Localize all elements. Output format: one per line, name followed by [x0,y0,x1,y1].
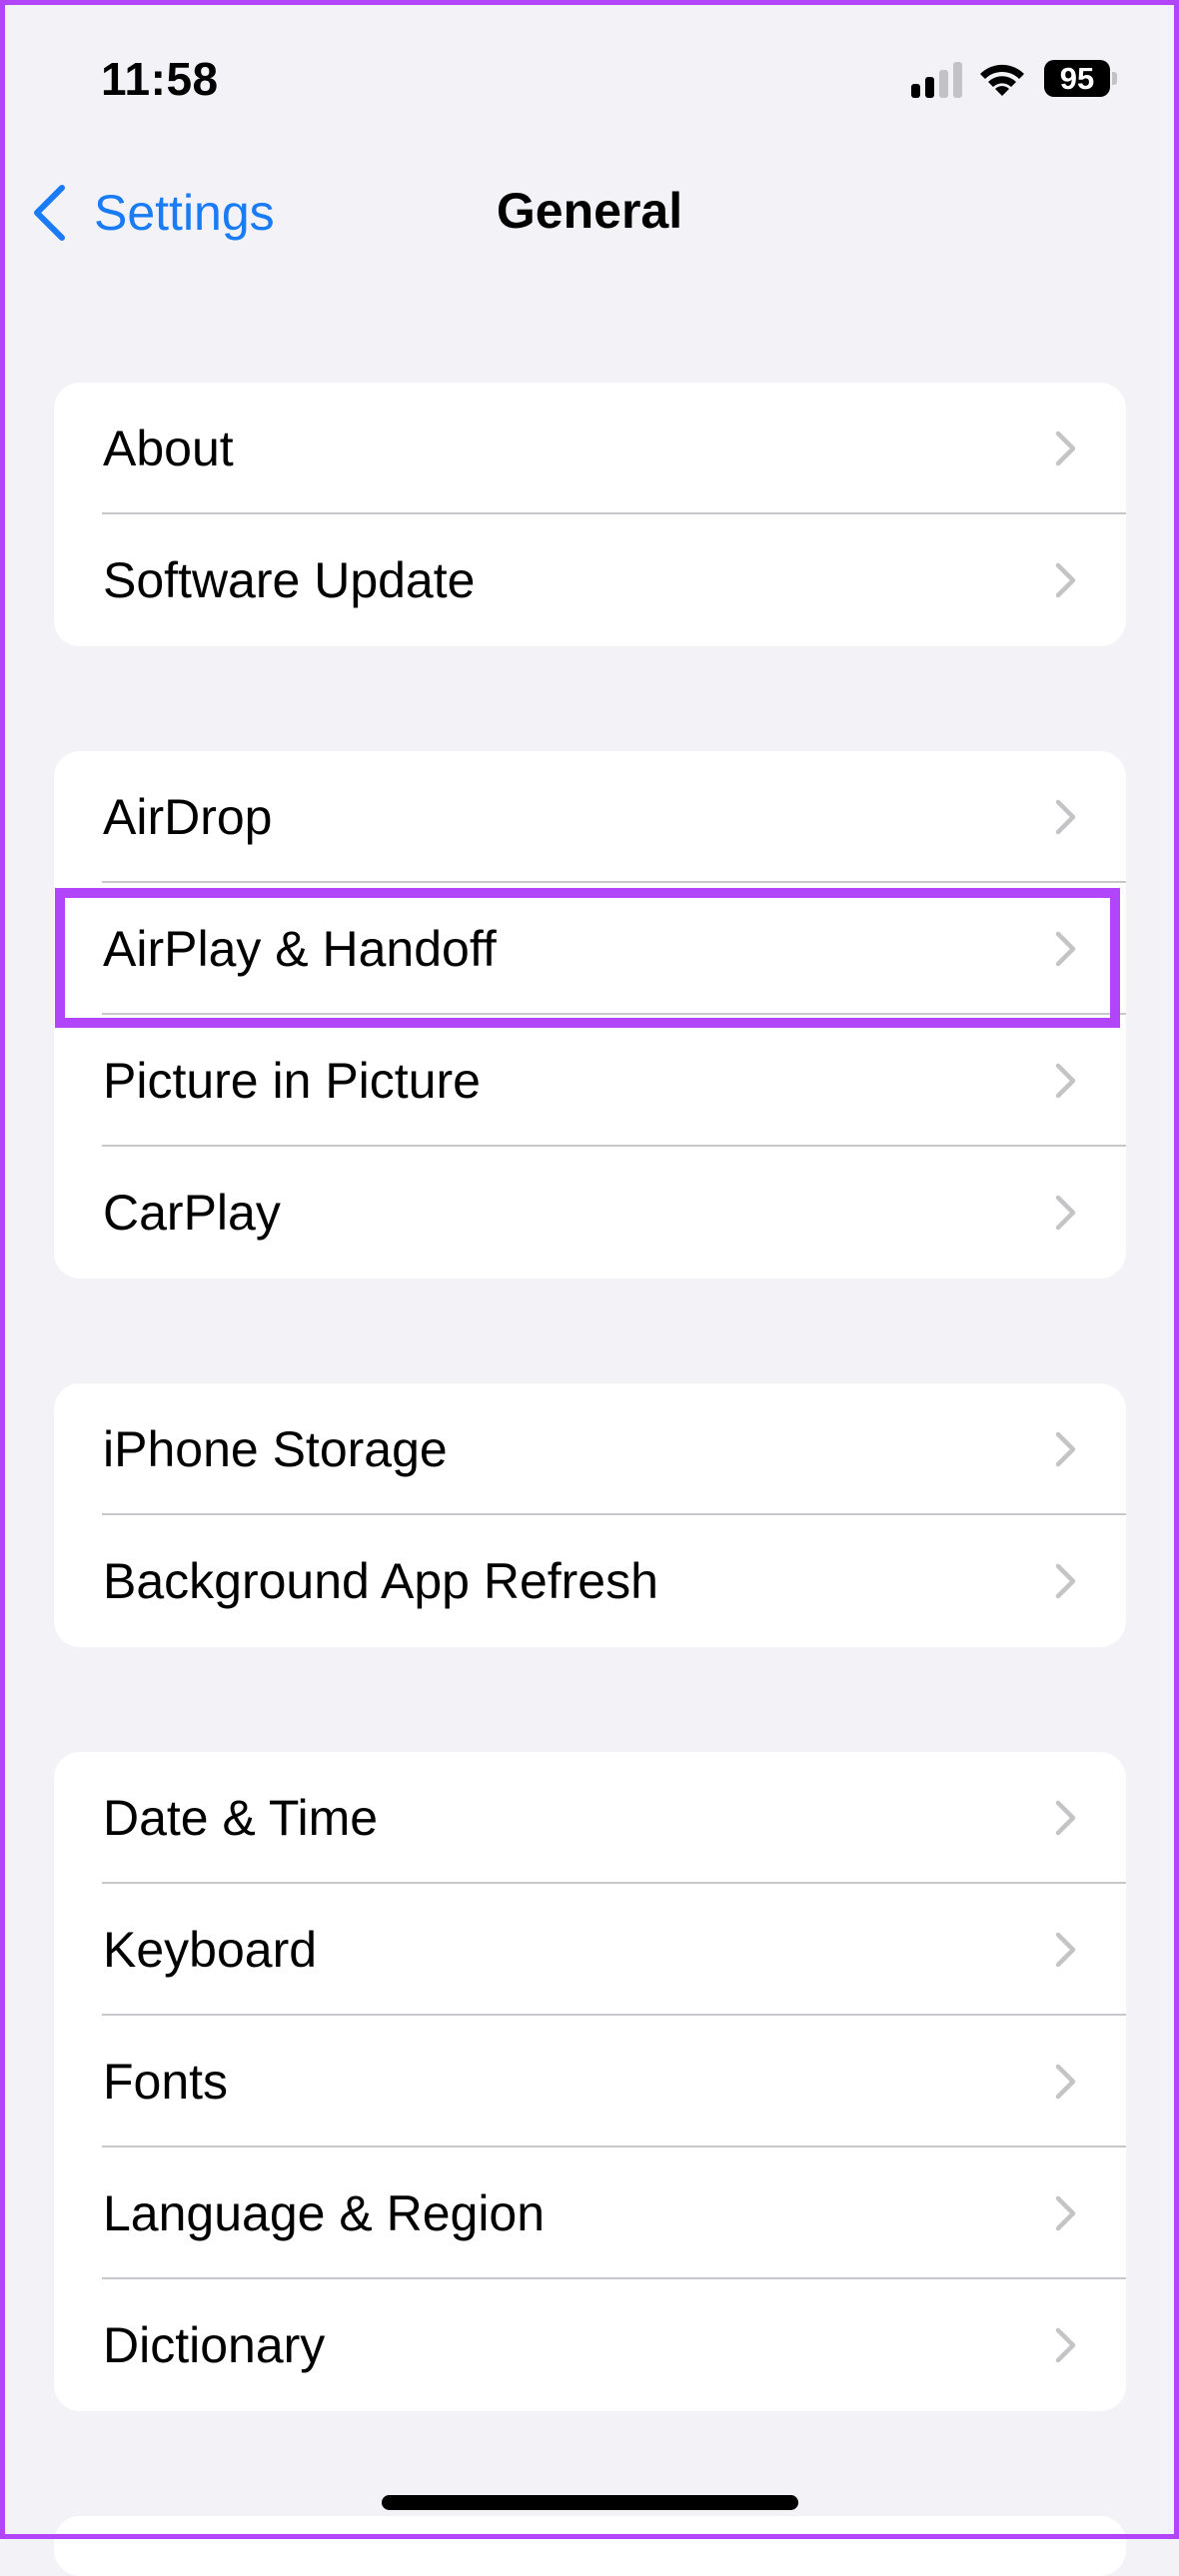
row-carplay[interactable]: CarPlay [54,1147,1126,1279]
row-label: AirPlay & Handoff [103,921,497,977]
battery-icon: 95 [1044,60,1110,97]
row-software-update[interactable]: Software Update [54,514,1126,646]
row-airplay-handoff[interactable]: AirPlay & Handoff [54,883,1126,1015]
page-title: General [496,183,683,239]
chevron-right-icon [1055,1800,1076,1836]
chevron-right-icon [1055,1195,1076,1231]
settings-group-5-partial [54,2516,1126,2576]
chevron-right-icon [1055,931,1076,967]
home-indicator[interactable] [382,2495,798,2510]
row-label: Language & Region [103,2185,546,2241]
settings-group-1: About Software Update [54,383,1126,646]
row-label: Keyboard [103,1922,318,1978]
row-label: Software Update [103,552,476,608]
row-label: Picture in Picture [103,1053,481,1109]
row-iphone-storage[interactable]: iPhone Storage [54,1383,1126,1515]
row-about[interactable]: About [54,383,1126,514]
chevron-right-icon [1055,2195,1076,2231]
chevron-right-icon [1055,2064,1076,2100]
row-airdrop[interactable]: AirDrop [54,751,1126,883]
battery-nub [1112,72,1117,85]
row-label: Fonts [103,2054,229,2110]
chevron-right-icon [1055,1431,1076,1467]
row-fonts[interactable]: Fonts [54,2016,1126,2147]
settings-group-2: AirDrop AirPlay & Handoff Picture in Pic… [54,751,1126,1279]
status-time: 11:58 [101,53,219,105]
row-dictionary[interactable]: Dictionary [54,2279,1126,2411]
row-label: Background App Refresh [103,1553,658,1609]
chevron-right-icon [1055,562,1076,598]
row-label: Dictionary [103,2317,326,2373]
signal-bar [925,77,934,98]
row-date-time[interactable]: Date & Time [54,1752,1126,1884]
chevron-right-icon [1055,799,1076,835]
row-background-app-refresh[interactable]: Background App Refresh [54,1515,1126,1647]
chevron-right-icon [1055,1932,1076,1968]
settings-group-4: Date & Time Keyboard Fonts Language & Re… [54,1752,1126,2411]
row-language-region[interactable]: Language & Region [54,2147,1126,2279]
row-label: iPhone Storage [103,1421,448,1477]
chevron-right-icon [1055,2327,1076,2363]
wifi-icon [980,64,1024,96]
signal-bar [953,62,962,98]
chevron-right-icon [1055,1063,1076,1099]
signal-bar [911,84,920,98]
chevron-right-icon [1055,430,1076,466]
settings-group-3: iPhone Storage Background App Refresh [54,1383,1126,1647]
row-picture-in-picture[interactable]: Picture in Picture [54,1015,1126,1147]
row-label: Date & Time [103,1790,379,1846]
row-label: AirDrop [103,789,273,845]
signal-bar [939,70,948,98]
row-keyboard[interactable]: Keyboard [54,1884,1126,2016]
cellular-signal-icon [911,62,963,98]
row-label: About [103,421,234,476]
row-label: CarPlay [103,1185,281,1241]
chevron-right-icon [1055,1563,1076,1599]
